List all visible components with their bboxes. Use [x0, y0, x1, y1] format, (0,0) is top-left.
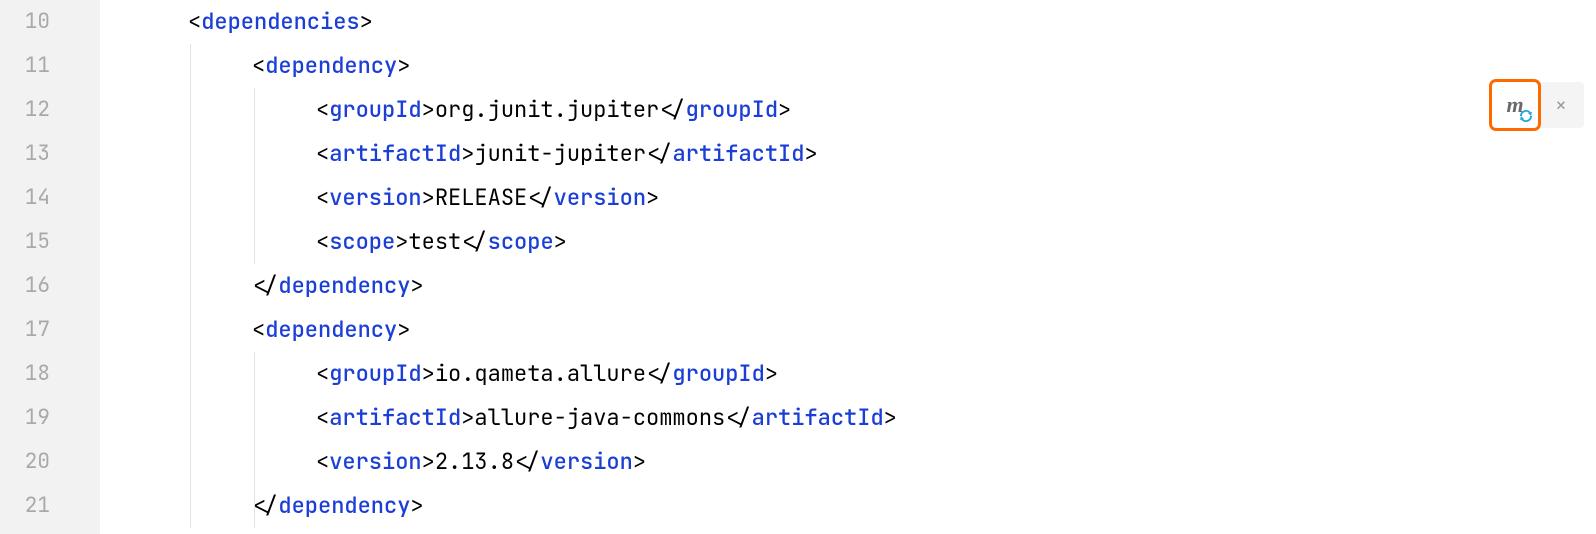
gutter-line-number: 14 [0, 176, 100, 220]
close-button[interactable]: × [1538, 82, 1584, 128]
close-icon: × [1555, 83, 1567, 127]
xml-tag-name: groupId [329, 359, 421, 388]
gutter-line-number: 17 [0, 308, 100, 352]
xml-text: org.junit.jupiter [435, 88, 659, 132]
xml-tag-name: artifactId [329, 139, 461, 168]
xml-tag-name: scope [329, 227, 395, 256]
code-area[interactable]: <dependencies><dependency><groupId>org.j… [100, 0, 1596, 534]
xml-tag-name: artifactId [672, 139, 804, 168]
gutter-line-number: 12 [0, 88, 100, 132]
xml-text: 2.13.8 [435, 440, 514, 484]
gutter-line-number: 13 [0, 132, 100, 176]
xml-text: junit-jupiter [474, 132, 646, 176]
code-line[interactable]: <artifactId>junit-jupiter</artifactId> [100, 132, 1596, 176]
editor-root: 101112131415161718192021 <dependencies><… [0, 0, 1596, 534]
gutter: 101112131415161718192021 [0, 0, 100, 534]
gutter-line-number: 11 [0, 44, 100, 88]
xml-tag-name: version [554, 183, 646, 212]
gutter-line-number: 15 [0, 220, 100, 264]
code-line[interactable]: <dependency> [100, 308, 1596, 352]
xml-tag-name: dependencies [201, 7, 359, 36]
xml-text: io.qameta.allure [435, 352, 646, 396]
code-line[interactable]: </dependency> [100, 264, 1596, 308]
maven-reload-button[interactable]: m [1492, 82, 1538, 128]
xml-text: test [408, 220, 461, 264]
code-line[interactable]: <groupId>org.junit.jupiter</groupId> [100, 88, 1596, 132]
code-line[interactable]: </dependency> [100, 484, 1596, 528]
xml-tag-name: version [540, 447, 632, 476]
xml-tag-name: artifactId [329, 403, 461, 432]
xml-tag-name: dependency [265, 315, 397, 344]
code-line[interactable]: <dependency> [100, 44, 1596, 88]
code-line[interactable]: <scope>test</scope> [100, 220, 1596, 264]
code-line[interactable]: <dependencies> [100, 0, 1596, 44]
code-line[interactable]: <version>2.13.8</version> [100, 440, 1596, 484]
xml-tag-name: dependency [278, 271, 410, 300]
gutter-line-number: 19 [0, 396, 100, 440]
code-line[interactable]: <artifactId>allure-java-commons</artifac… [100, 396, 1596, 440]
gutter-line-number: 16 [0, 264, 100, 308]
maven-reload-widget: m × [1492, 82, 1584, 128]
xml-tag-name: version [329, 447, 421, 476]
gutter-line-number: 18 [0, 352, 100, 396]
xml-tag-name: dependency [278, 491, 410, 520]
code-line[interactable]: <groupId>io.qameta.allure</groupId> [100, 352, 1596, 396]
xml-text: RELEASE [435, 176, 527, 220]
xml-tag-name: version [329, 183, 421, 212]
refresh-icon [1518, 108, 1534, 124]
gutter-line-number: 10 [0, 0, 100, 44]
xml-tag-name: artifactId [752, 403, 884, 432]
xml-tag-name: groupId [672, 359, 764, 388]
gutter-line-number: 20 [0, 440, 100, 484]
xml-tag-name: scope [488, 227, 554, 256]
xml-text: allure-java-commons [474, 396, 725, 440]
xml-tag-name: groupId [329, 95, 421, 124]
code-line[interactable]: <version>RELEASE</version> [100, 176, 1596, 220]
xml-tag-name: dependency [265, 51, 397, 80]
xml-tag-name: groupId [686, 95, 778, 124]
gutter-line-number: 21 [0, 484, 100, 528]
